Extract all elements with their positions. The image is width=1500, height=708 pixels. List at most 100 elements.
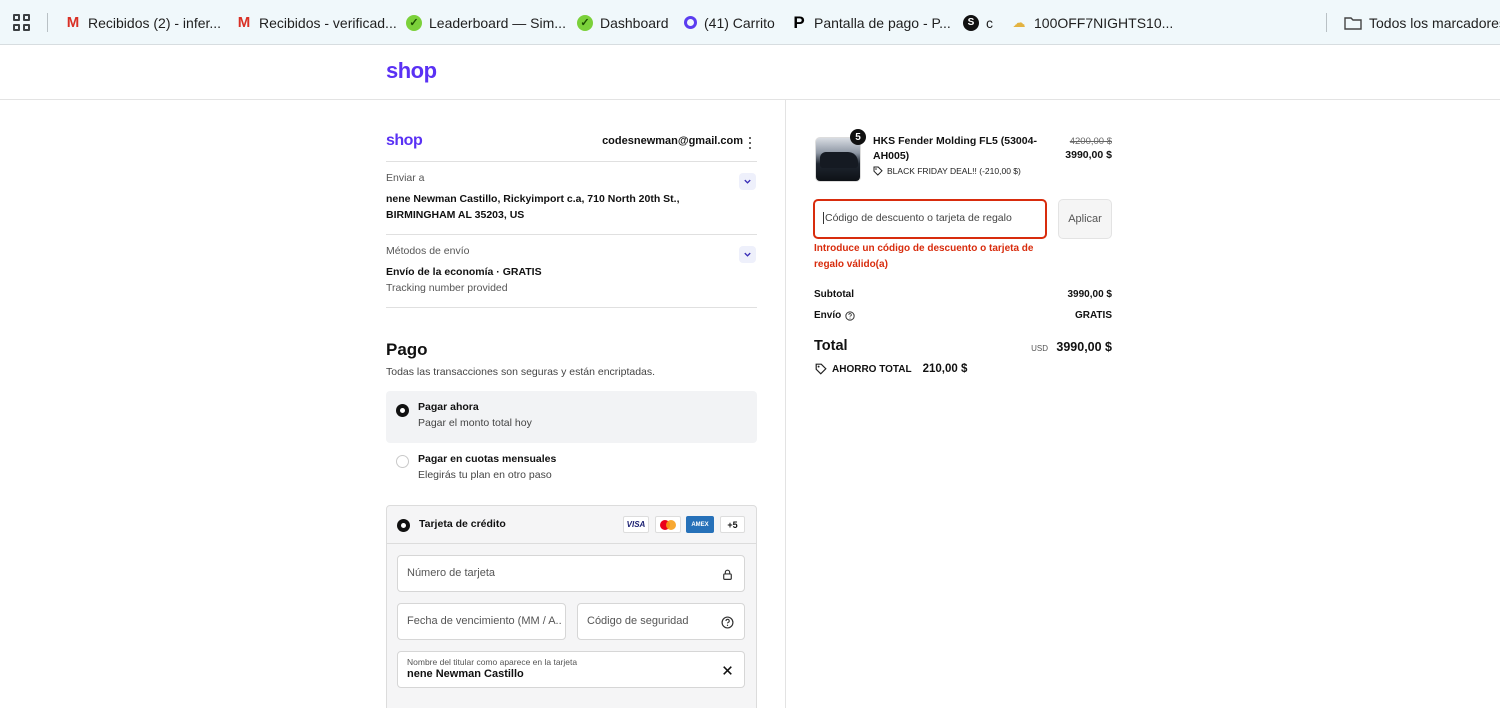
subtotal-value: 3990,00 $ <box>1067 289 1113 300</box>
discount-code-input[interactable]: Código de descuento o tarjeta de regalo <box>813 199 1047 239</box>
option-title: Pagar ahora <box>418 401 479 413</box>
discount-code-placeholder: Código de descuento o tarjeta de regalo <box>823 212 1012 224</box>
savings-label: AHORRO TOTAL <box>832 363 912 375</box>
option-sub: Pagar el monto total hoy <box>418 417 532 429</box>
bookmark-label: Recibidos - verificad... <box>259 14 397 31</box>
all-bookmarks-label: Todos los marcadores <box>1369 14 1500 31</box>
subtotal-label-text: Subtotal <box>814 289 854 300</box>
cardholder-name-field[interactable]: Nombre del titular como aparece en la ta… <box>397 651 745 688</box>
shipping-method-value: Envío de la economía · GRATIS <box>386 266 542 278</box>
bookmark-item[interactable]: (41) Carrito <box>684 12 775 33</box>
divider <box>386 161 757 162</box>
all-bookmarks-button[interactable]: Todos los marcadores <box>1344 12 1500 33</box>
ship-to-address-line1: nene Newman Castillo, Rickyimport c.a, 7… <box>386 193 680 205</box>
visa-logo-icon: VISA <box>623 516 649 533</box>
bookmarks-separator <box>1326 13 1327 32</box>
gmail-icon: M <box>237 14 251 31</box>
folder-icon <box>1344 15 1362 31</box>
tag-icon <box>815 363 827 375</box>
credit-card-header[interactable]: Tarjeta de crédito VISA AMEX +5 <box>387 506 756 544</box>
help-circle-icon[interactable] <box>721 616 734 629</box>
radio-selected[interactable] <box>396 404 409 417</box>
credit-card-label: Tarjeta de crédito <box>419 518 506 530</box>
ship-to-address-line2: BIRMINGHAM AL 35203, US <box>386 209 525 221</box>
p-logo-icon: P <box>793 12 805 32</box>
bookmark-item[interactable]: M Recibidos (2) - infer... <box>65 12 221 33</box>
radio-unselected[interactable] <box>396 455 409 468</box>
cardholder-name-label: Nombre del titular como aparece en la ta… <box>407 657 578 667</box>
option-title: Pagar en cuotas mensuales <box>418 453 557 465</box>
product-name: HKS Fender Molding FL5 (53004-AH005) <box>873 135 1037 162</box>
shipping-cost-label: Envío <box>814 310 855 321</box>
quantity-badge: 5 <box>850 129 866 145</box>
bookmark-label: Dashboard <box>600 14 669 31</box>
bookmarks-separator <box>47 13 48 32</box>
bookmark-item[interactable]: S c <box>963 12 993 33</box>
shop-header: shop <box>0 46 1500 100</box>
original-price: 4200,00 $ <box>1069 136 1112 147</box>
total-currency: USD <box>1031 344 1048 353</box>
shipping-method-label: Métodos de envío <box>386 245 470 257</box>
more-options-icon[interactable] <box>748 137 752 149</box>
bookmark-label: Pantalla de pago - P... <box>814 14 951 31</box>
cardholder-name-value: nene Newman Castillo <box>407 668 524 680</box>
s-circle-icon: S <box>963 14 979 31</box>
apply-button[interactable]: Aplicar <box>1058 199 1112 239</box>
bookmark-item[interactable]: M Recibidos - verificad... <box>236 12 397 33</box>
savings-value: 210,00 $ <box>922 363 968 375</box>
shipping-method-expand-button[interactable] <box>739 246 756 263</box>
subtotal-label: Subtotal <box>814 289 854 300</box>
pay-now-option[interactable]: Pagar ahora Pagar el monto total hoy <box>386 391 757 443</box>
mastercard-logo-icon <box>655 516 681 533</box>
bookmark-item[interactable]: ☁ 100OFF7NIGHTS10... <box>1011 12 1174 33</box>
help-circle-icon[interactable] <box>845 310 855 321</box>
ring-icon <box>684 16 697 29</box>
discount-tag-text: BLACK FRIDAY DEAL!! (-210,00 $) <box>887 166 1021 176</box>
card-number-placeholder: Número de tarjeta <box>407 567 496 579</box>
divider <box>386 307 757 308</box>
shop-pay-logo: shop <box>386 132 423 149</box>
discount-tag: BLACK FRIDAY DEAL!! (-210,00 $) <box>873 166 1021 176</box>
bookmark-label: Recibidos (2) - infer... <box>88 14 222 31</box>
security-code-field[interactable]: Código de seguridad <box>577 603 745 640</box>
amex-logo-icon: AMEX <box>686 516 714 533</box>
radio-selected[interactable] <box>397 519 410 532</box>
credit-card-panel: Tarjeta de crédito VISA AMEX +5 Número d… <box>386 505 757 708</box>
payment-title: Pago <box>386 340 428 359</box>
payment-subtitle: Todas las transacciones son seguras y es… <box>386 366 656 378</box>
shipping-method-sub: Tracking number provided <box>386 282 508 294</box>
cloud-icon: ☁ <box>1012 14 1026 30</box>
apps-grid-icon[interactable] <box>13 14 30 31</box>
bookmark-item[interactable]: P Pantalla de pago - P... <box>791 12 951 33</box>
bookmarks-bar: M Recibidos (2) - infer... M Recibidos -… <box>0 0 1500 45</box>
pay-installments-option[interactable]: Pagar en cuotas mensuales Elegirás tu pl… <box>386 443 757 495</box>
bookmark-label: c <box>986 14 993 31</box>
bookmark-label: (41) Carrito <box>704 14 775 31</box>
gmail-icon: M <box>66 14 80 31</box>
bookmark-item[interactable]: ✓ Dashboard <box>577 12 669 33</box>
expiry-field[interactable]: Fecha de vencimiento (MM / A... <box>397 603 566 640</box>
total-value: 3990,00 $ <box>1056 340 1112 354</box>
account-email: codesnewman@gmail.com <box>602 135 743 147</box>
security-code-placeholder: Código de seguridad <box>587 615 689 627</box>
bookmark-label: Leaderboard — Sim... <box>429 14 566 31</box>
total-savings: AHORRO TOTAL 210,00 $ <box>815 363 967 375</box>
current-price: 3990,00 $ <box>1065 149 1112 161</box>
shop-logo[interactable]: shop <box>386 58 437 84</box>
option-sub: Elegirás tu plan en otro paso <box>418 469 552 481</box>
shipping-cost-value: GRATIS <box>1074 310 1112 321</box>
leaf-icon: ✓ <box>577 14 593 31</box>
column-divider <box>785 100 786 708</box>
ship-to-expand-button[interactable] <box>739 173 756 190</box>
chevron-down-icon <box>744 179 751 184</box>
bookmark-item[interactable]: ✓ Leaderboard — Sim... <box>406 12 566 33</box>
card-number-field[interactable]: Número de tarjeta <box>397 555 745 592</box>
more-cards-badge: +5 <box>720 516 745 533</box>
clear-icon[interactable] <box>721 664 734 677</box>
shipping-cost-label-text: Envío <box>814 310 842 321</box>
expiry-placeholder: Fecha de vencimiento (MM / A... <box>407 615 562 627</box>
discount-error-message: Introduce un código de descuento o tarje… <box>814 243 1034 270</box>
total-label: Total <box>814 338 848 354</box>
chevron-down-icon <box>744 252 751 257</box>
leaf-icon: ✓ <box>406 14 422 31</box>
